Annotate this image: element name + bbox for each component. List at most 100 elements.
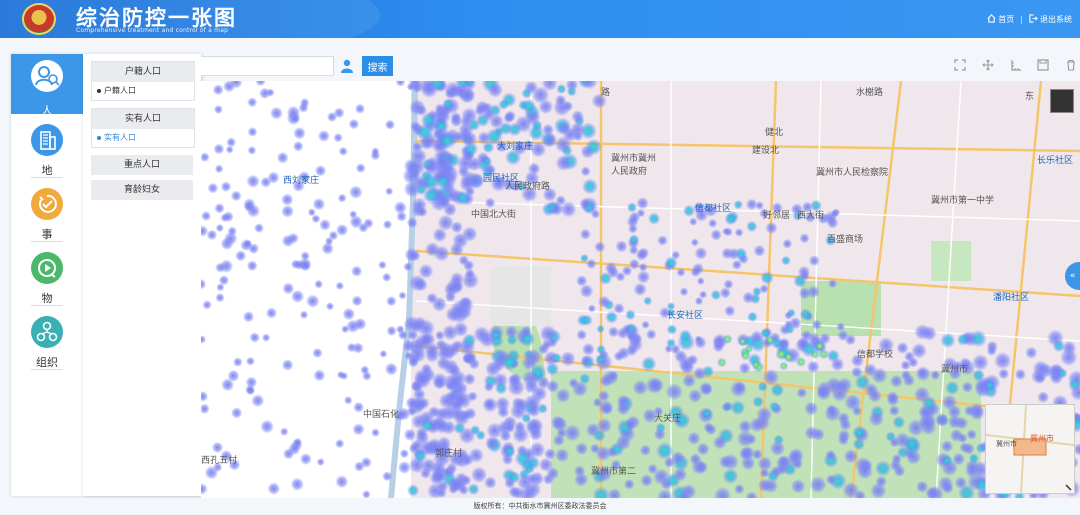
- map-overview[interactable]: 冀州市 冀州市: [985, 404, 1075, 494]
- person-icon[interactable]: [339, 58, 355, 74]
- map-label: 西孔五村: [201, 456, 238, 466]
- heat-point: [528, 427, 543, 441]
- heat-point: [403, 315, 420, 333]
- heat-point: [417, 206, 428, 217]
- sidebar-item-event[interactable]: 事: [11, 182, 83, 244]
- sidebar-item-organization[interactable]: 组织: [11, 310, 83, 372]
- home-link[interactable]: 首页: [987, 14, 1014, 25]
- submenu-header-key-population[interactable]: 重点人口: [91, 155, 193, 175]
- submenu-header-actual[interactable]: 实有人口: [92, 109, 194, 129]
- heat-point: [752, 396, 764, 408]
- map-label: 人民政府: [611, 167, 648, 177]
- map-layer-switch-icon[interactable]: [1050, 89, 1074, 113]
- heat-point: [453, 422, 466, 435]
- people-icon: [31, 60, 63, 92]
- map-canvas[interactable]: 西刘家庄 大刘家庄 园民社区 中国北大街 信都社区 冀州市冀州 人民政府 冀州市…: [201, 81, 1080, 498]
- sidebar-item-object[interactable]: 物: [11, 246, 83, 308]
- heat-point: [839, 418, 852, 431]
- sidebar-item-people[interactable]: 人: [11, 54, 83, 117]
- heat-point: [232, 357, 243, 367]
- heat-point: [596, 324, 605, 334]
- heat-point: [621, 324, 633, 336]
- search-input[interactable]: [201, 56, 334, 76]
- heat-point: [216, 283, 225, 292]
- heat-point: [888, 405, 900, 417]
- heat-point: [508, 485, 520, 498]
- camera-icon: [31, 252, 63, 284]
- heat-point: [542, 123, 555, 136]
- heat-point: [628, 245, 639, 255]
- heat-point: [527, 162, 541, 176]
- sidebar-divider: [31, 177, 63, 178]
- heat-point: [940, 332, 956, 349]
- home-icon: [987, 14, 996, 23]
- fullscreen-icon[interactable]: [954, 59, 966, 71]
- heat-point: [852, 425, 867, 440]
- heat-point: [404, 247, 419, 262]
- heat-point: [414, 333, 432, 351]
- map-label: 郭庄村: [435, 449, 463, 459]
- heat-point: [378, 260, 387, 270]
- heat-point: [463, 372, 476, 386]
- heat-point: [673, 467, 688, 482]
- heat-point: [468, 358, 480, 370]
- heat-point: [206, 229, 218, 241]
- heat-point: [814, 340, 826, 352]
- heat-point: [581, 342, 595, 356]
- map-label: 健北: [765, 128, 784, 138]
- heat-point: [449, 242, 464, 257]
- home-label: 首页: [998, 15, 1015, 24]
- heat-point: [464, 407, 477, 420]
- heat-point: [796, 357, 806, 367]
- heat-point: [598, 399, 614, 416]
- search-button[interactable]: 搜索: [362, 56, 393, 76]
- submenu-header-childbearing-women[interactable]: 育龄妇女: [91, 180, 193, 200]
- submenu-item-registered[interactable]: 户籍人口: [92, 82, 194, 100]
- heat-point: [703, 422, 714, 433]
- heat-point: [464, 268, 475, 279]
- heat-point: [484, 435, 500, 451]
- heat-point: [911, 342, 927, 359]
- heat-point: [316, 457, 325, 467]
- heat-point: [503, 445, 516, 458]
- heat-point: [769, 401, 780, 412]
- heat-point: [554, 448, 570, 463]
- heat-point: [788, 447, 804, 464]
- save-icon[interactable]: [1037, 59, 1049, 71]
- heat-point: [628, 234, 640, 246]
- heat-point: [427, 406, 441, 419]
- submenu-item-actual[interactable]: 实有人口: [92, 129, 194, 147]
- heat-point: [231, 407, 243, 419]
- heat-point: [986, 340, 998, 353]
- heat-point: [892, 415, 906, 429]
- sidebar-item-land[interactable]: 地: [11, 118, 83, 180]
- heat-point: [413, 371, 432, 390]
- heat-point: [214, 203, 225, 214]
- submenu-header-registered[interactable]: 户籍人口: [92, 62, 194, 82]
- heat-point: [220, 181, 232, 193]
- pan-icon[interactable]: [982, 59, 994, 71]
- logout-label: 退出系统: [1040, 15, 1072, 24]
- heat-point: [724, 305, 736, 317]
- heat-point: [448, 364, 461, 377]
- heat-point: [687, 354, 699, 366]
- logout-icon: [1029, 14, 1038, 23]
- logout-link[interactable]: 退出系统: [1029, 14, 1072, 25]
- heat-point: [247, 146, 257, 155]
- heat-point: [576, 329, 588, 341]
- heat-point: [665, 382, 684, 401]
- measure-icon[interactable]: [1010, 59, 1022, 71]
- map-label: 西大街: [797, 211, 825, 221]
- sidebar-label-event: 事: [41, 228, 53, 241]
- heat-point: [312, 197, 326, 211]
- heat-point: [624, 418, 636, 431]
- overview-map: [986, 405, 1074, 493]
- heat-point: [941, 394, 958, 411]
- heat-point: [679, 329, 692, 342]
- delete-icon[interactable]: [1065, 59, 1077, 71]
- heat-point: [765, 221, 778, 235]
- app-subtitle: Comprehensive treatment and control of a…: [76, 27, 229, 34]
- heat-point: [796, 387, 808, 399]
- heat-point: [940, 440, 954, 453]
- heat-point: [432, 227, 448, 243]
